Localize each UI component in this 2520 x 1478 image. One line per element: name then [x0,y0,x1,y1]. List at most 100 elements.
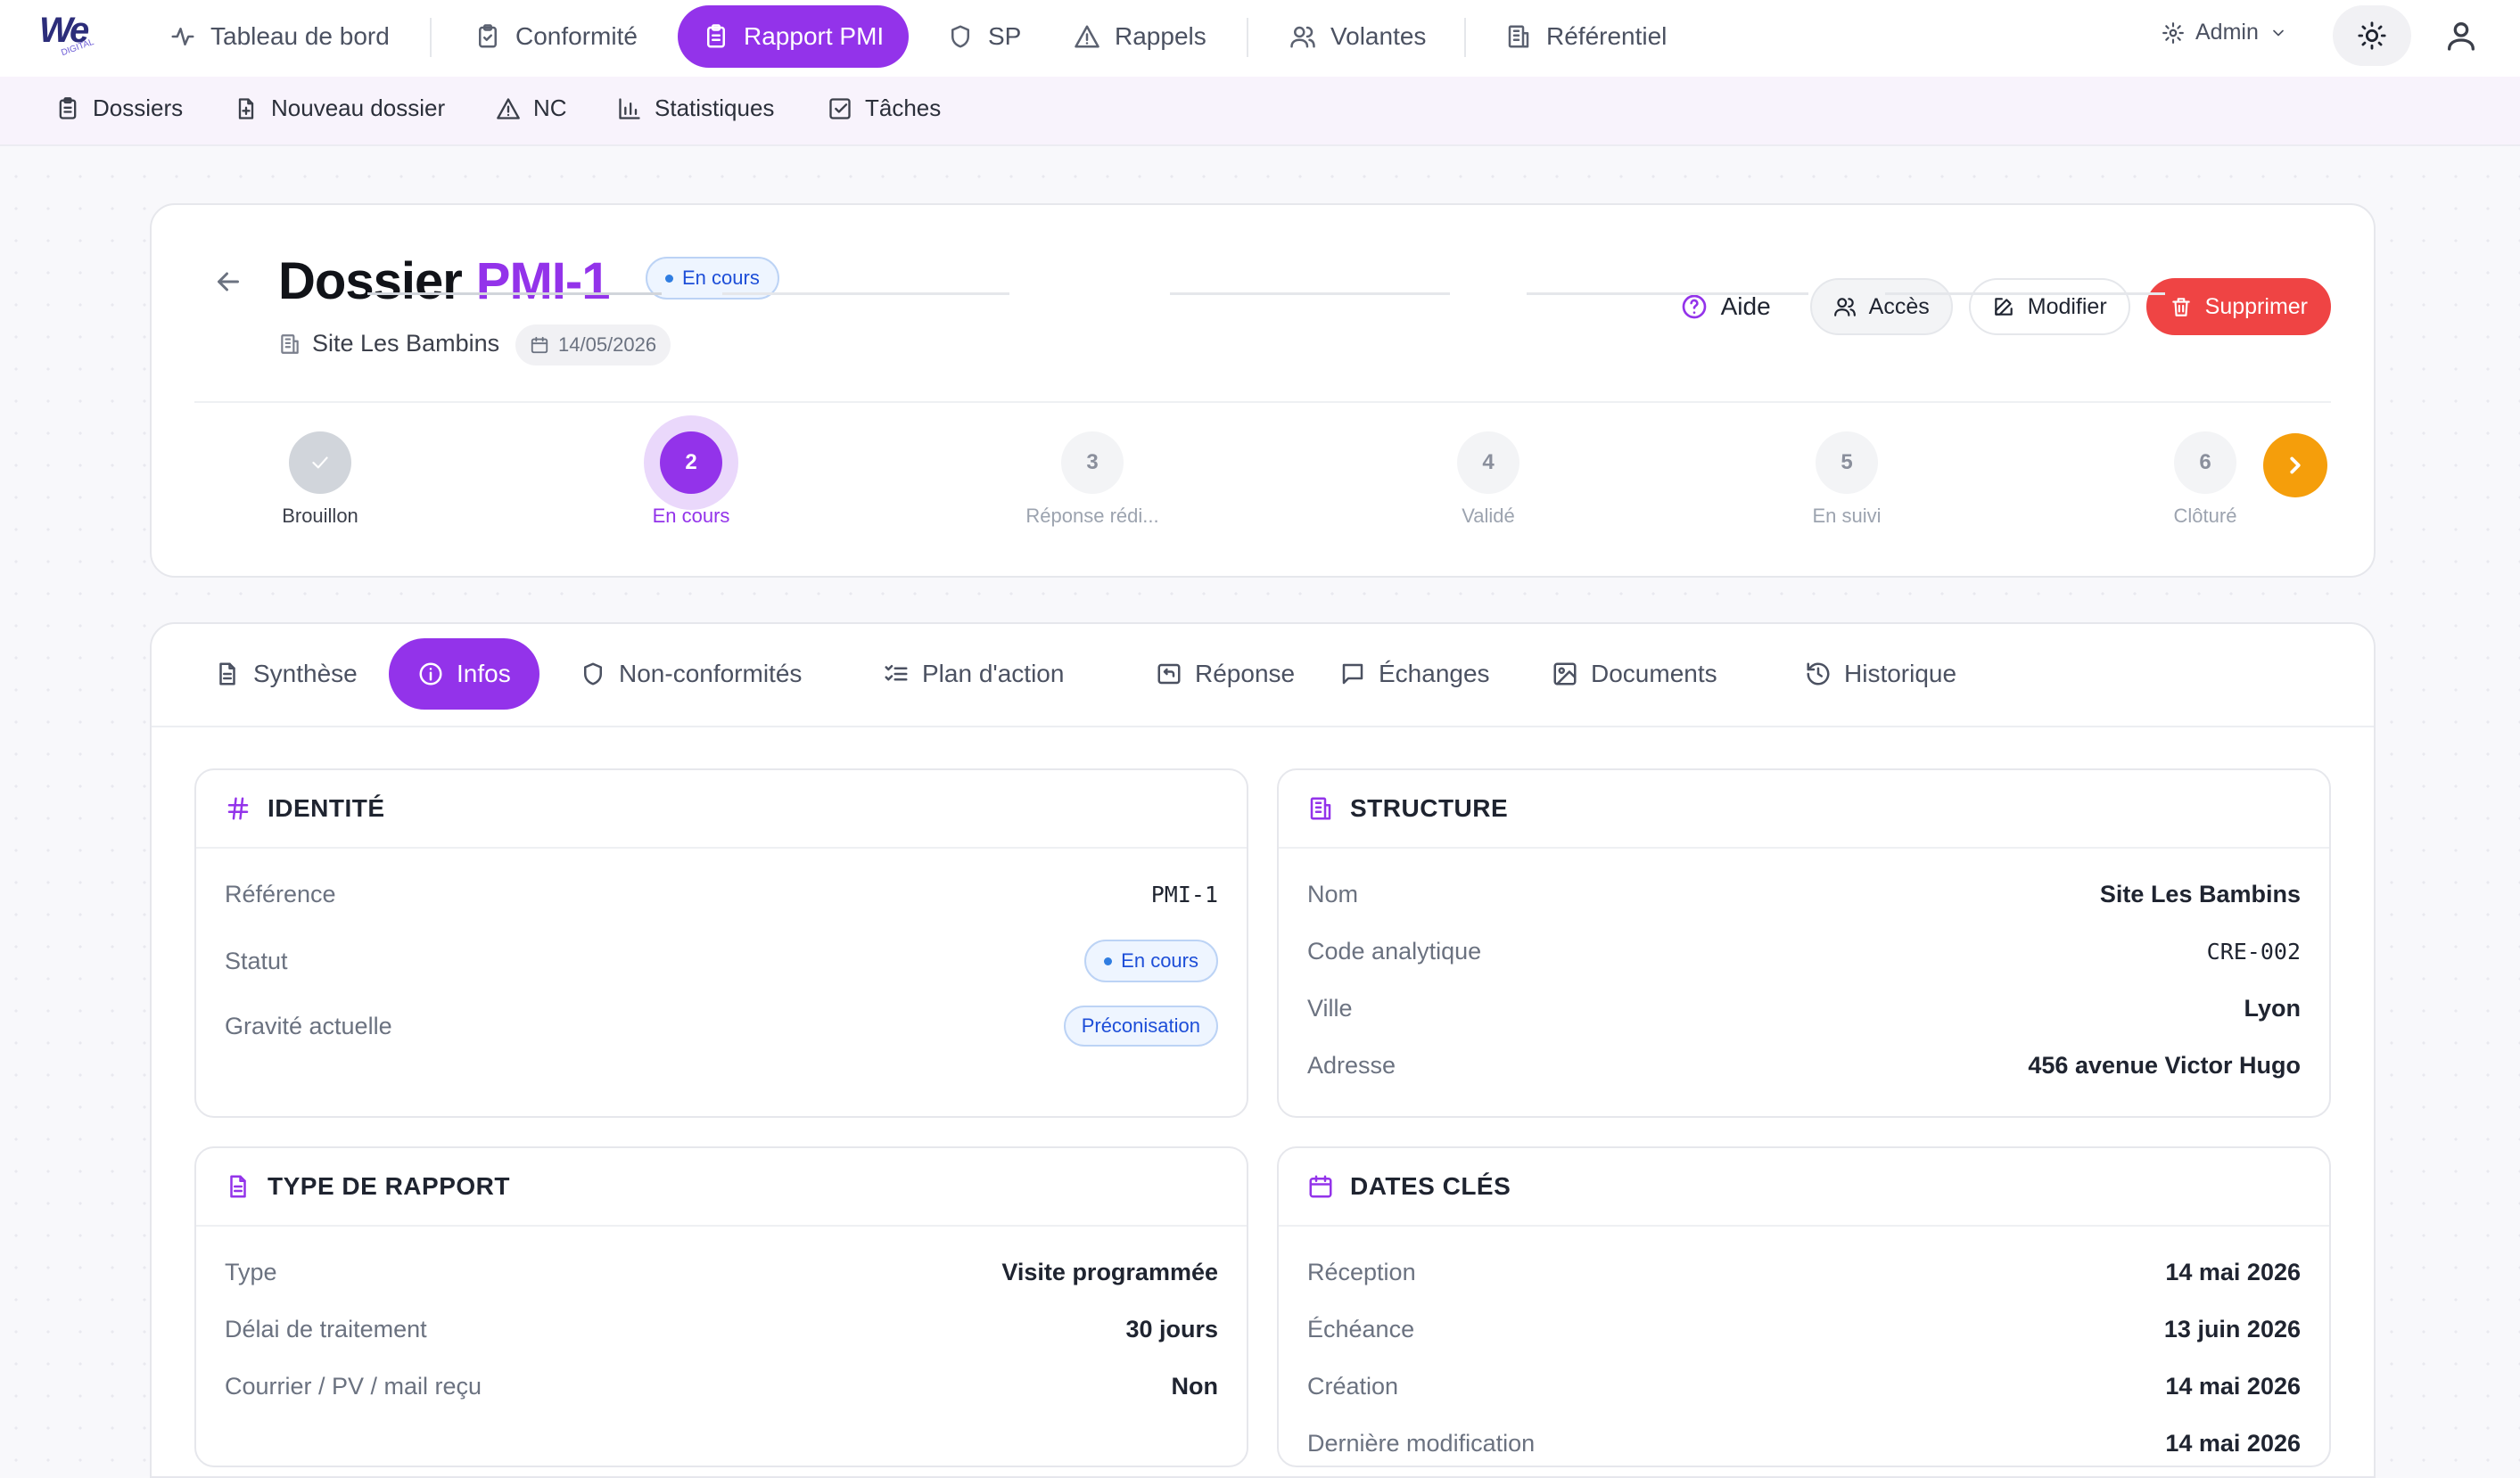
field-label: Nom [1307,881,1359,907]
document-icon [230,1175,246,1198]
page-title: Dossier PMI-1 [278,251,610,311]
subnav-taches[interactable]: Tâches [828,94,941,122]
dossier-date: 14/05/2026 [558,333,657,356]
subnav-label: Dossiers [93,94,184,121]
checkbox-icon [829,97,851,119]
dates-cles-section: DATES CLÉS Réception 14 mai 2026 Échéanc… [1277,1146,2331,1467]
identite-section: IDENTITÉ Référence PMI-1 Statut En cours… [194,768,1248,1118]
activity-icon [171,28,194,45]
delete-button[interactable]: Supprimer [2145,278,2331,335]
stepper-track [1527,292,1808,295]
field-value: Visite programmée [1001,1259,1218,1285]
user-profile-button[interactable] [2443,18,2479,53]
stepper-track [722,292,1009,295]
gravity-badge: Préconisation [1063,1006,1218,1047]
logo[interactable]: We DIGITAL [39,12,95,59]
step-en-cours[interactable]: 2 En cours [602,431,780,528]
subnav-dossiers[interactable]: Dossiers [55,94,183,122]
next-step-button[interactable] [2263,433,2327,497]
field-value: Site Les Bambins [2099,881,2301,907]
step-label: En cours [652,505,730,527]
theme-toggle-button[interactable] [2333,5,2411,66]
tab-label: Réponse [1195,660,1296,687]
tab-label: Non-conformités [619,660,803,687]
message-icon [1342,663,1363,685]
tab-synthese[interactable]: Synthèse [185,638,386,710]
tab-echanges[interactable]: Échanges [1311,638,1519,710]
section-title: STRUCTURE [1350,794,1509,822]
field-reference: Référence PMI-1 [225,881,1218,908]
tab-bar: Synthèse Infos Non-conformités Plan d'ac… [152,624,2374,727]
tab-reponse[interactable]: Réponse [1127,638,1323,710]
step-circle: 5 [1816,431,1878,494]
header-divider [194,401,2331,403]
field-label: Délai de traitement [225,1316,427,1343]
nav-referentiel[interactable]: Référentiel [1480,5,1692,68]
bar-chart-icon [619,97,640,119]
status-badge: En cours [1084,940,1218,982]
field-ville: Ville Lyon [1307,995,2301,1022]
nav-rappels[interactable]: Rappels [1049,5,1231,68]
history-icon [1807,662,1830,686]
field-type: Type Visite programmée [225,1259,1218,1286]
access-label: Accès [1868,293,1930,319]
field-label: Création [1307,1373,1399,1400]
info-icon [419,662,442,686]
field-value: 30 jours [1125,1316,1218,1343]
edit-button[interactable]: Modifier [1968,278,2130,335]
field-label: Type [225,1259,277,1285]
tab-infos[interactable]: Infos [389,638,539,710]
nav-tableau-de-bord[interactable]: Tableau de bord [144,5,415,68]
step-en-suivi[interactable]: 5 En suivi [1758,431,1936,528]
nav-volantes[interactable]: Volantes [1264,5,1451,68]
tab-label: Synthèse [253,660,358,687]
nav-label: Rappels [1115,22,1206,50]
warning-icon [1075,25,1099,48]
nav-label: Référentiel [1546,22,1668,50]
field-creation: Création 14 mai 2026 [1307,1373,2301,1400]
step-circle: 3 [1061,431,1124,494]
step-reponse-redigee[interactable]: 3 Réponse rédi... [1003,431,1182,528]
nav-sp[interactable]: SP [922,5,1046,68]
tab-historique[interactable]: Historique [1776,638,1985,710]
edit-label: Modifier [2027,293,2107,319]
status-label: En cours [1121,949,1198,972]
tab-plan-action[interactable]: Plan d'action [854,638,1092,710]
tab-documents[interactable]: Documents [1523,638,1746,710]
admin-label: Admin [2195,20,2259,45]
gear-icon [2162,21,2184,44]
subnav-statistiques[interactable]: Statistiques [617,94,774,122]
subnav-nc[interactable]: NC [496,94,567,122]
user-icon [2448,22,2475,51]
tab-label: Documents [1591,660,1717,687]
field-label: Courrier / PV / mail reçu [225,1373,482,1400]
list-checks-icon [885,665,908,681]
admin-menu[interactable]: Admin [2162,20,2287,45]
field-value: 456 avenue Victor Hugo [2028,1052,2301,1079]
nav-rapport-pmi[interactable]: Rapport PMI [678,5,910,68]
image-icon [1553,662,1577,686]
nav-label: Conformité [515,22,638,50]
step-brouillon[interactable]: Brouillon [231,431,409,528]
help-label: Aide [1720,292,1771,320]
step-label: Clôturé [2173,505,2237,527]
tab-label: Plan d'action [922,660,1065,687]
back-arrow-icon[interactable] [212,266,244,298]
field-value: PMI-1 [1150,882,1218,907]
clipboard-list-icon [707,24,725,48]
step-circle: 4 [1457,431,1519,494]
field-label: Code analytique [1307,938,1482,965]
date-chip: 14/05/2026 [515,324,671,365]
subnav-nouveau-dossier[interactable]: Nouveau dossier [234,94,445,122]
field-value: Non [1171,1373,1218,1400]
tab-non-conformites[interactable]: Non-conformités [551,638,830,710]
field-value: Lyon [2244,995,2302,1022]
access-button[interactable]: Accès [1809,278,1953,335]
stepper-track [1170,292,1450,295]
field-code-analytique: Code analytique CRE-002 [1307,938,2301,965]
stepper-track [1885,292,2165,295]
field-nom: Nom Site Les Bambins [1307,881,2301,908]
nav-conformite[interactable]: Conformité [449,5,663,68]
help-button[interactable]: Aide [1657,278,1794,335]
step-valide[interactable]: 4 Validé [1399,431,1577,528]
